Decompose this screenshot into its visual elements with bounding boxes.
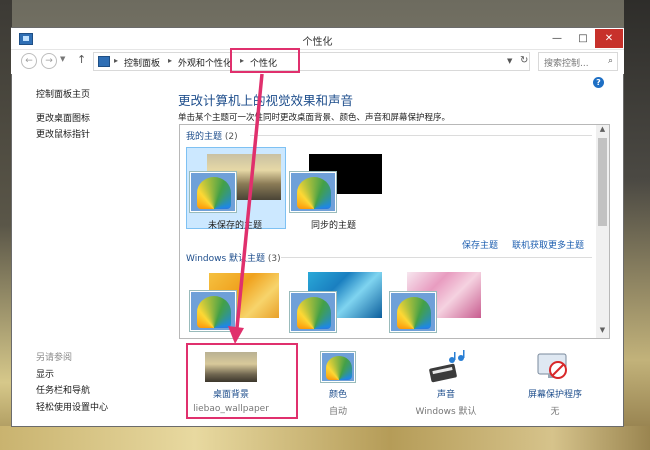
- annotation-arrow: [228, 73, 264, 344]
